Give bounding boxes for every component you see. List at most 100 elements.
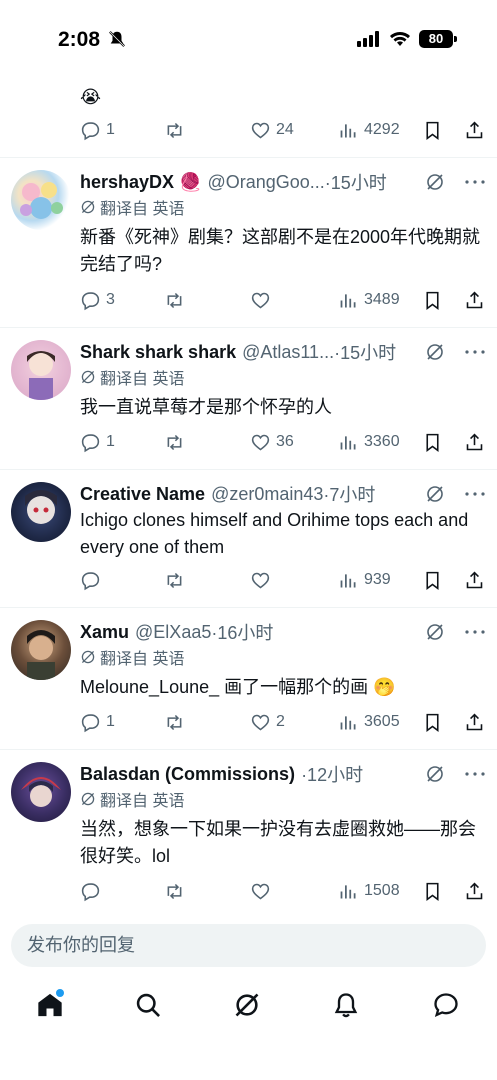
display-name[interactable]: Shark shark shark xyxy=(80,342,236,363)
views-button[interactable]: 1508 xyxy=(338,879,400,903)
grok-icon[interactable] xyxy=(425,764,445,784)
reply-button[interactable] xyxy=(80,879,106,903)
retweet-button[interactable] xyxy=(164,879,185,903)
handle[interactable]: @ElXaa5 xyxy=(135,622,211,643)
translated-label[interactable]: 翻译自 英语 xyxy=(80,196,485,218)
bookmark-button[interactable] xyxy=(422,288,443,312)
tweet-text: 我一直说草莓才是那个怀孕的人 xyxy=(80,397,332,417)
bookmark-button[interactable] xyxy=(422,118,443,142)
more-options-icon[interactable] xyxy=(465,630,485,634)
retweet-button[interactable] xyxy=(164,118,185,142)
views-button[interactable]: 4292 xyxy=(338,118,400,142)
messages-icon[interactable] xyxy=(432,991,460,1019)
more-options-icon[interactable] xyxy=(465,350,485,354)
like-count: 24 xyxy=(276,121,294,138)
reply-button[interactable]: 1 xyxy=(80,118,115,142)
grok-icon[interactable] xyxy=(425,622,445,642)
share-button[interactable] xyxy=(464,118,485,142)
partial-tweet-actions: 1 24 4292 xyxy=(80,118,485,142)
reply-icon xyxy=(81,291,100,310)
share-button[interactable] xyxy=(464,879,485,903)
translated-label-text: 翻译自 英语 xyxy=(100,201,185,218)
grok-icon[interactable] xyxy=(425,172,445,192)
avatar[interactable] xyxy=(11,170,71,230)
reply-button[interactable]: 1 xyxy=(80,710,115,734)
views-count: 4292 xyxy=(364,121,400,138)
partial-tweet-line2: 😭 xyxy=(80,87,102,107)
views-count: 3605 xyxy=(364,713,400,730)
tweet-actions: 1 36 3360 xyxy=(80,430,485,454)
share-button[interactable] xyxy=(464,288,485,312)
views-button[interactable]: 3360 xyxy=(338,430,400,454)
tweet-actions: 939 xyxy=(80,568,485,592)
timestamp[interactable]: ·12小时 xyxy=(301,761,363,787)
tweet-item[interactable]: Balasdan (Commissions) ·12小时 翻译自 英语 当然，想… xyxy=(0,749,497,915)
translated-label[interactable]: 翻译自 英语 xyxy=(80,788,485,810)
tweet-item[interactable]: Creative Name @zer0main43 ·7小时 Ichigo cl… xyxy=(0,469,497,607)
like-button[interactable] xyxy=(250,568,276,592)
grok-icon[interactable] xyxy=(425,342,445,362)
like-button[interactable]: 2 xyxy=(250,710,285,734)
retweet-button[interactable] xyxy=(164,568,185,592)
share-button[interactable] xyxy=(464,568,485,592)
search-icon[interactable] xyxy=(134,991,162,1019)
more-options-icon[interactable] xyxy=(465,772,485,776)
share-button[interactable] xyxy=(464,430,485,454)
share-icon xyxy=(466,882,483,899)
bookmark-button[interactable] xyxy=(422,710,443,734)
reply-button[interactable]: 3 xyxy=(80,288,115,312)
tweet-text: 当然，想象一下如果一护没有去虚圈救她——那会很好笑。lol xyxy=(80,819,476,866)
reply-button[interactable] xyxy=(80,568,106,592)
translated-label[interactable]: 翻译自 英语 xyxy=(80,646,485,668)
more-options-icon[interactable] xyxy=(465,180,485,184)
display-name[interactable]: Xamu xyxy=(80,622,129,643)
bottom-nav xyxy=(0,975,497,1080)
display-name[interactable]: Creative Name xyxy=(80,484,205,505)
grok-icon[interactable] xyxy=(233,991,261,1019)
views-button[interactable]: 3489 xyxy=(338,288,400,312)
views-button[interactable]: 3605 xyxy=(338,710,400,734)
handle[interactable]: @OrangGoo... xyxy=(207,172,324,193)
tweet-item[interactable]: Shark shark shark @Atlas11... ·15小时 翻译自 … xyxy=(0,327,497,469)
views-icon xyxy=(340,435,356,449)
handle[interactable]: @Atlas11... xyxy=(242,342,334,363)
reply-button[interactable]: 1 xyxy=(80,430,115,454)
like-button[interactable]: 24 xyxy=(250,118,294,142)
avatar[interactable] xyxy=(11,762,71,822)
timestamp[interactable]: ·7小时 xyxy=(323,481,375,507)
avatar[interactable] xyxy=(11,340,71,400)
reply-icon xyxy=(81,571,100,590)
like-count: 36 xyxy=(276,433,294,450)
retweet-button[interactable] xyxy=(164,288,185,312)
display-name[interactable]: Balasdan (Commissions) xyxy=(80,764,295,785)
translated-label[interactable]: 翻译自 英语 xyxy=(80,366,485,388)
bookmark-button[interactable] xyxy=(422,879,443,903)
like-button[interactable] xyxy=(250,879,276,903)
views-button[interactable]: 939 xyxy=(338,568,391,592)
like-button[interactable] xyxy=(250,288,276,312)
like-button[interactable]: 36 xyxy=(250,430,294,454)
retweet-button[interactable] xyxy=(164,430,185,454)
timestamp[interactable]: ·16小时 xyxy=(211,619,273,645)
timestamp[interactable]: ·15小时 xyxy=(334,339,396,365)
timestamp[interactable]: ·15小时 xyxy=(325,169,387,195)
tweet-item[interactable]: Xamu @ElXaa5 ·16小时 翻译自 英语 Meloune_Loune_… xyxy=(0,607,497,749)
reply-icon xyxy=(81,433,100,452)
more-options-icon[interactable] xyxy=(465,492,485,496)
grok-icon[interactable] xyxy=(425,484,445,504)
avatar-image xyxy=(27,630,55,680)
reply-input[interactable]: 发布你的回复 xyxy=(11,924,486,967)
share-button[interactable] xyxy=(464,710,485,734)
handle[interactable]: @zer0main43 xyxy=(211,484,323,505)
tweet-text: Ichigo clones himself and Orihime tops e… xyxy=(80,510,469,557)
heart-icon xyxy=(251,292,270,308)
avatar[interactable] xyxy=(11,482,71,542)
tweet-item[interactable]: hershayDX 🧶 @OrangGoo... ·15小时 翻译自 英语 新番… xyxy=(0,157,497,327)
avatar[interactable] xyxy=(11,620,71,680)
notifications-icon[interactable] xyxy=(332,991,360,1019)
retweet-button[interactable] xyxy=(164,710,185,734)
bookmark-button[interactable] xyxy=(422,568,443,592)
display-name[interactable]: hershayDX 🧶 xyxy=(80,172,201,193)
bookmark-button[interactable] xyxy=(422,430,443,454)
translate-icon xyxy=(81,370,95,384)
